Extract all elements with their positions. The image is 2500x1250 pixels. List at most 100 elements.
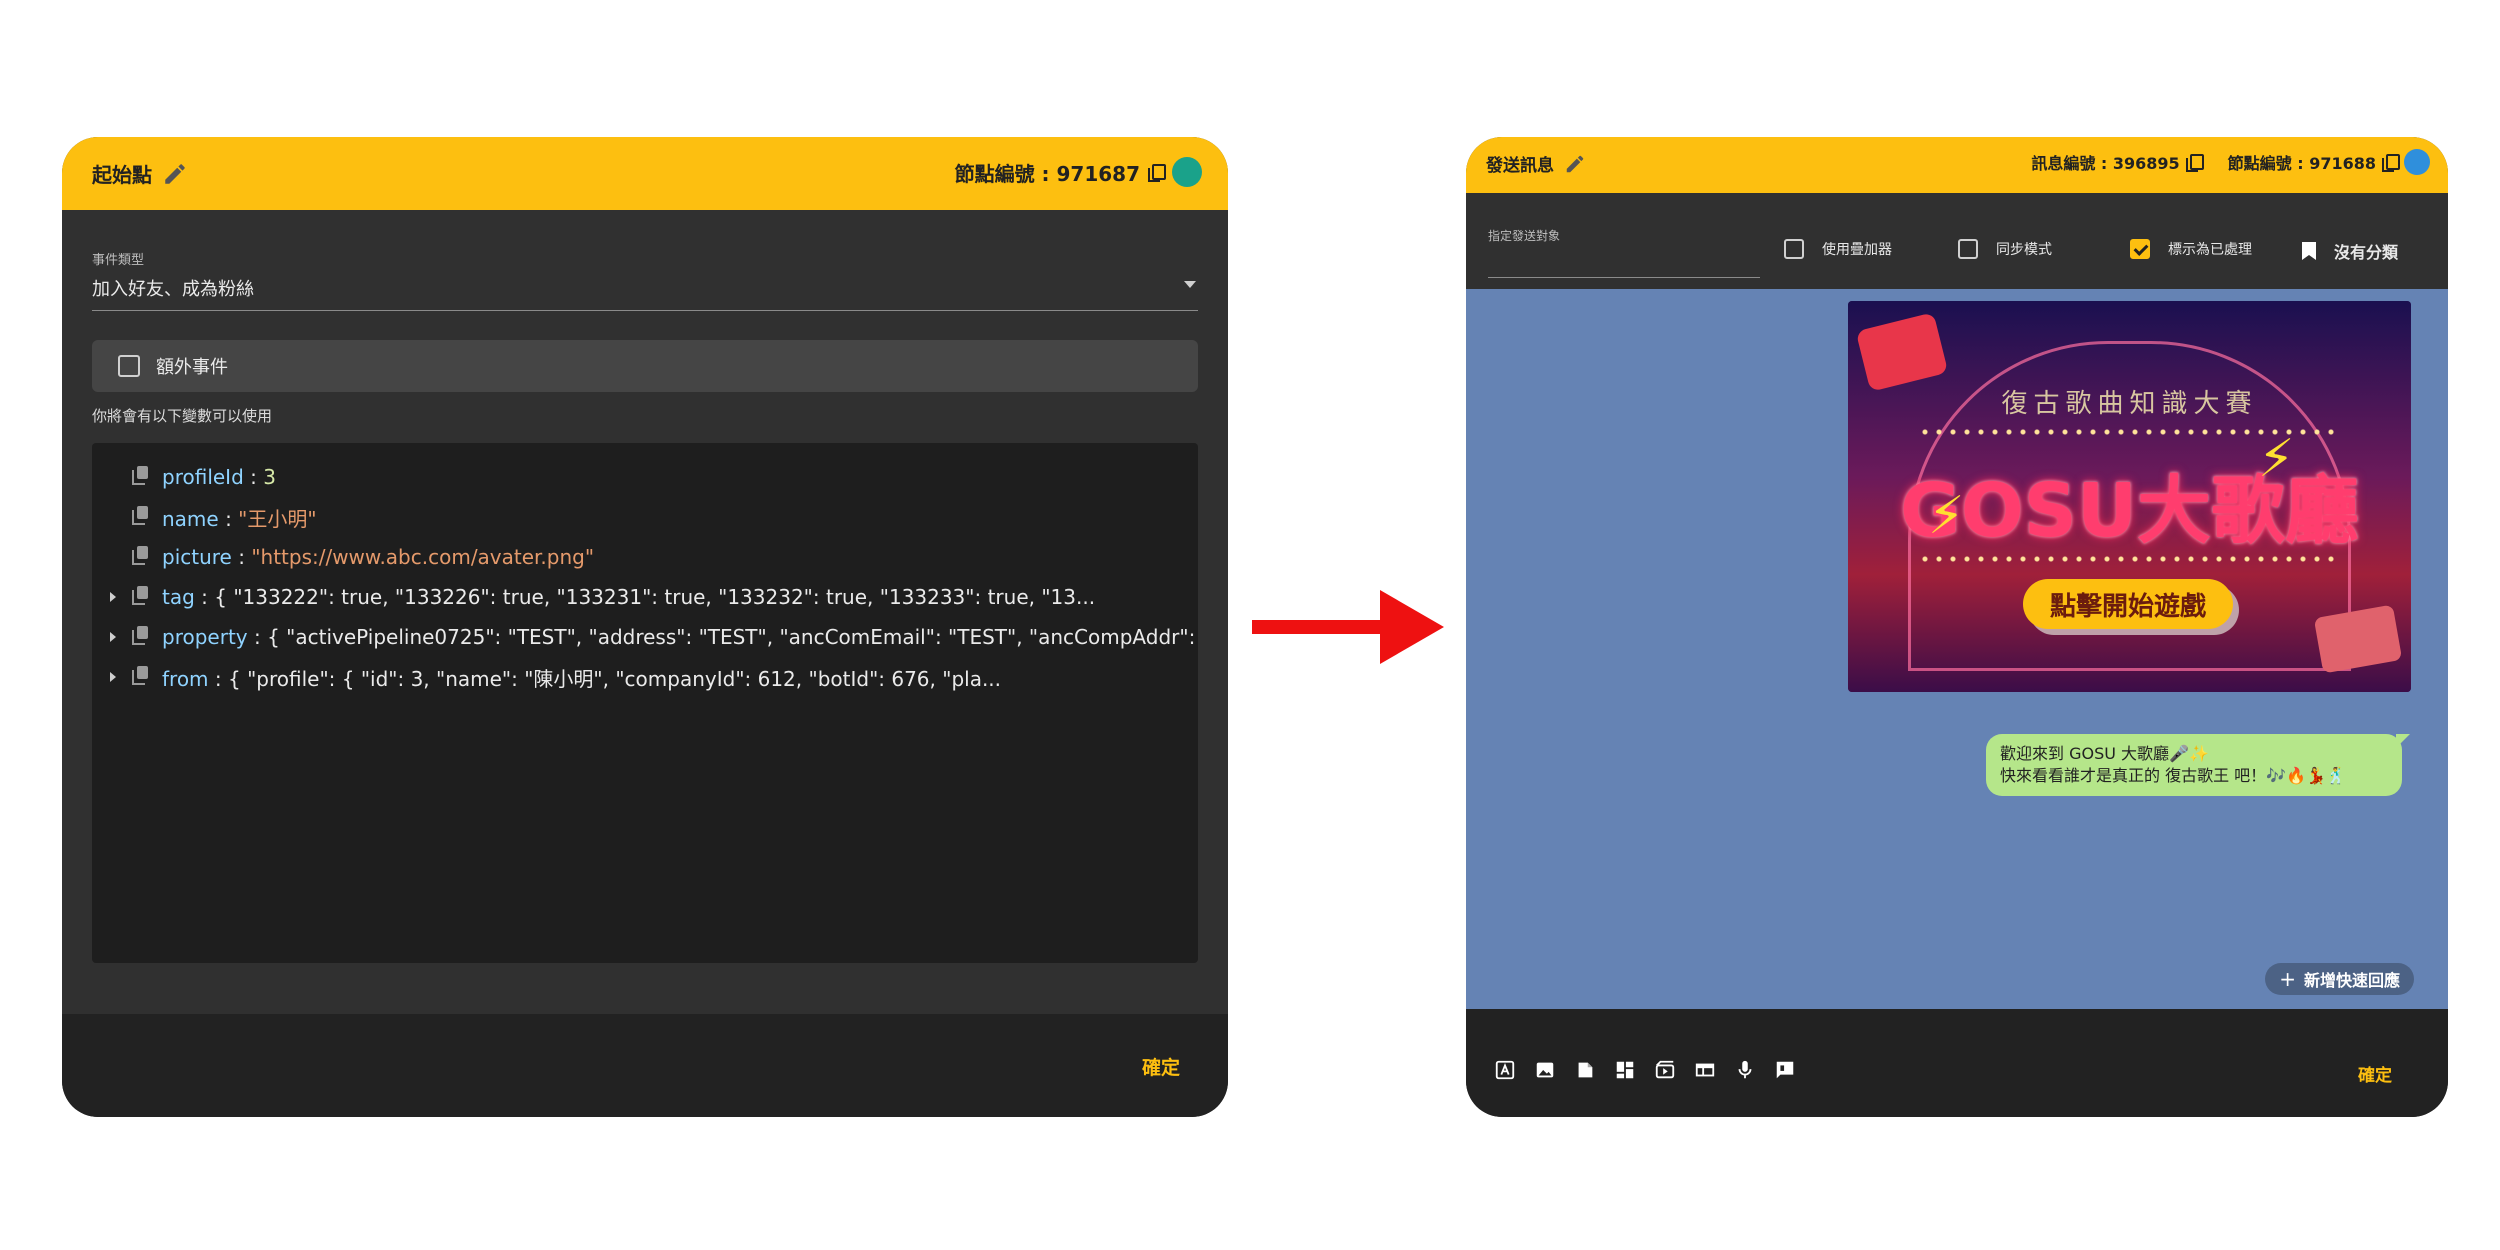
- send-message-footer: 確定: [1466, 1009, 2448, 1117]
- video-icon[interactable]: [1654, 1059, 1676, 1081]
- expand-triangle-icon[interactable]: [110, 632, 116, 642]
- option-checkbox[interactable]: [1784, 239, 1804, 259]
- text-icon[interactable]: [1494, 1059, 1516, 1081]
- copy-icon[interactable]: [132, 666, 150, 685]
- variables-viewer: profileId : 3 name : "王小明" picture : "http…: [92, 443, 1198, 963]
- confirm-button[interactable]: 確定: [2358, 1061, 2392, 1086]
- variable-row-property[interactable]: property : { "activePipeline0725": "TEST…: [92, 617, 1198, 657]
- message-type-toolbar: [1494, 1059, 1796, 1081]
- option-label: 同步模式: [1996, 242, 2052, 258]
- variable-key: property: [162, 625, 248, 649]
- copy-icon[interactable]: [132, 466, 150, 485]
- category-label: 沒有分類: [2334, 243, 2399, 262]
- dropdown-caret-icon: [1184, 281, 1196, 288]
- variables-hint: 你將會有以下變數可以使用: [92, 407, 273, 425]
- variable-separator: :: [247, 625, 268, 649]
- lightning-icon: ⚡: [1928, 486, 1965, 546]
- send-message-title: 發送訊息: [1486, 156, 1554, 176]
- lightning-icon: ⚡: [2258, 429, 2295, 489]
- bookmark-icon: [2302, 242, 2316, 260]
- variable-value: 3: [263, 465, 276, 489]
- edit-pencil-icon[interactable]: [1564, 153, 1586, 175]
- variable-value: "https://www.abc.com/avater.png": [251, 545, 595, 569]
- option-use-overlay[interactable]: 使用疊加器: [1784, 239, 1892, 259]
- extra-event-checkbox[interactable]: [118, 355, 140, 377]
- edit-pencil-icon[interactable]: [162, 161, 188, 187]
- option-checkbox[interactable]: [1958, 239, 1978, 259]
- event-type-label: 事件類型: [92, 253, 145, 268]
- copy-icon[interactable]: [2185, 154, 2204, 172]
- variable-row-profileId[interactable]: profileId : 3: [92, 457, 1198, 497]
- banner-subtitle: 復古歌曲知識大賽: [2001, 389, 2258, 419]
- copy-icon[interactable]: [132, 586, 150, 605]
- variable-separator: :: [218, 506, 239, 531]
- bubble-line: 快來看看誰才是真正的 復古歌王 吧！🎶🔥💃🕺: [2000, 766, 2346, 785]
- variable-key: picture: [162, 545, 232, 569]
- variable-line: profileId : 3: [162, 465, 276, 489]
- variable-key: tag: [162, 585, 195, 609]
- start-node-panel: 起始點 節點編號 : 971687 事件類型 加入好友、成為粉絲 額外事件 你將…: [62, 137, 1228, 1117]
- extra-event-toggle[interactable]: 額外事件: [92, 340, 1198, 392]
- imagemap-icon[interactable]: [1614, 1059, 1636, 1081]
- copy-icon[interactable]: [132, 506, 150, 525]
- image-icon[interactable]: [1534, 1059, 1556, 1081]
- start-node-id-group: 節點編號 : 971687: [955, 157, 1202, 187]
- copy-icon[interactable]: [1148, 164, 1166, 182]
- extra-event-label: 額外事件: [156, 357, 228, 378]
- start-node-footer: 確定: [62, 1014, 1228, 1117]
- start-node-title-group: 起始點: [92, 159, 188, 188]
- event-type-value: 加入好友、成為粉絲: [92, 279, 254, 300]
- variable-separator: :: [194, 585, 215, 609]
- start-game-button[interactable]: 點擊開始遊戲: [2023, 579, 2233, 629]
- event-type-select[interactable]: 加入好友、成為粉絲: [92, 271, 1198, 311]
- send-message-title-group: 發送訊息: [1486, 151, 1586, 176]
- expand-triangle-icon[interactable]: [110, 672, 116, 682]
- variable-key: profileId: [162, 465, 244, 489]
- variable-row-from[interactable]: from : { "profile": { "id": 3, "name": "…: [92, 657, 1198, 697]
- message-settings-bar: [1466, 193, 2448, 289]
- expand-triangle-icon[interactable]: [110, 592, 116, 602]
- sticker-icon[interactable]: [1574, 1059, 1596, 1081]
- game-banner-image[interactable]: 復古歌曲知識大賽 GOSU大歌廳 ⚡ ⚡ 點擊開始遊戲: [1848, 301, 2411, 692]
- send-message-panel: 發送訊息 訊息編號 : 396895 節點編號 : 971688 指定發送對象 …: [1466, 137, 2448, 1117]
- message-id-label: 訊息編號 : 396895: [2031, 154, 2180, 173]
- carousel-icon[interactable]: [1694, 1059, 1716, 1081]
- option-sync-mode[interactable]: 同步模式: [1958, 239, 2052, 259]
- variable-row-tag[interactable]: tag : { "133222": true, "133226": true, …: [92, 577, 1198, 617]
- node-status-dot: [2404, 149, 2430, 175]
- send-message-id-group: 訊息編號 : 396895 節點編號 : 971688: [2031, 149, 2430, 175]
- flex-message-icon[interactable]: [1774, 1059, 1796, 1081]
- copy-icon[interactable]: [132, 546, 150, 565]
- node-status-dot: [1172, 157, 1202, 187]
- plus-icon: +: [2279, 967, 2296, 991]
- send-message-header: 發送訊息 訊息編號 : 396895 節點編號 : 971688: [1466, 137, 2448, 193]
- variable-key: from: [162, 666, 209, 691]
- variable-line: tag : { "133222": true, "133226": true, …: [162, 585, 1095, 609]
- variable-separator: :: [208, 666, 228, 691]
- category-selector[interactable]: 沒有分類: [2302, 239, 2398, 263]
- target-label: 指定發送對象: [1488, 229, 1561, 243]
- variable-row-name[interactable]: name : "王小明": [92, 497, 1198, 537]
- option-label: 使用疊加器: [1822, 242, 1892, 258]
- audio-icon[interactable]: [1734, 1059, 1756, 1081]
- option-checkbox-checked[interactable]: [2130, 239, 2150, 259]
- confirm-button[interactable]: 確定: [1142, 1053, 1180, 1080]
- variable-line: from : { "profile": { "id": 3, "name": "…: [162, 663, 1001, 692]
- variable-line: picture : "https://www.abc.com/avater.pn…: [162, 545, 594, 569]
- variable-value: "王小明": [238, 506, 317, 531]
- start-node-header: 起始點 節點編號 : 971687: [62, 137, 1228, 210]
- target-input[interactable]: [1488, 277, 1760, 278]
- copy-icon[interactable]: [132, 626, 150, 645]
- start-node-title: 起始點: [92, 163, 152, 187]
- variable-key: name: [162, 506, 219, 531]
- variable-row-picture[interactable]: picture : "https://www.abc.com/avater.pn…: [92, 537, 1198, 577]
- option-mark-processed[interactable]: 標示為已處理: [2130, 239, 2252, 259]
- copy-icon[interactable]: [2382, 154, 2400, 172]
- option-label: 標示為已處理: [2168, 242, 2252, 258]
- message-preview-area: 復古歌曲知識大賽 GOSU大歌廳 ⚡ ⚡ 點擊開始遊戲 歡迎來到 GOSU 大歌…: [1466, 289, 2448, 1009]
- text-message-bubble[interactable]: 歡迎來到 GOSU 大歌廳🎤✨ 快來看看誰才是真正的 復古歌王 吧！🎶🔥💃🕺: [1986, 734, 2410, 796]
- add-quick-reply-button[interactable]: + 新增快速回應: [2265, 963, 2414, 995]
- variable-separator: :: [243, 465, 264, 489]
- variable-value: { "activePipeline0725": "TEST", "address…: [267, 625, 1198, 649]
- bubble-line: 歡迎來到 GOSU 大歌廳🎤✨: [2000, 744, 2209, 763]
